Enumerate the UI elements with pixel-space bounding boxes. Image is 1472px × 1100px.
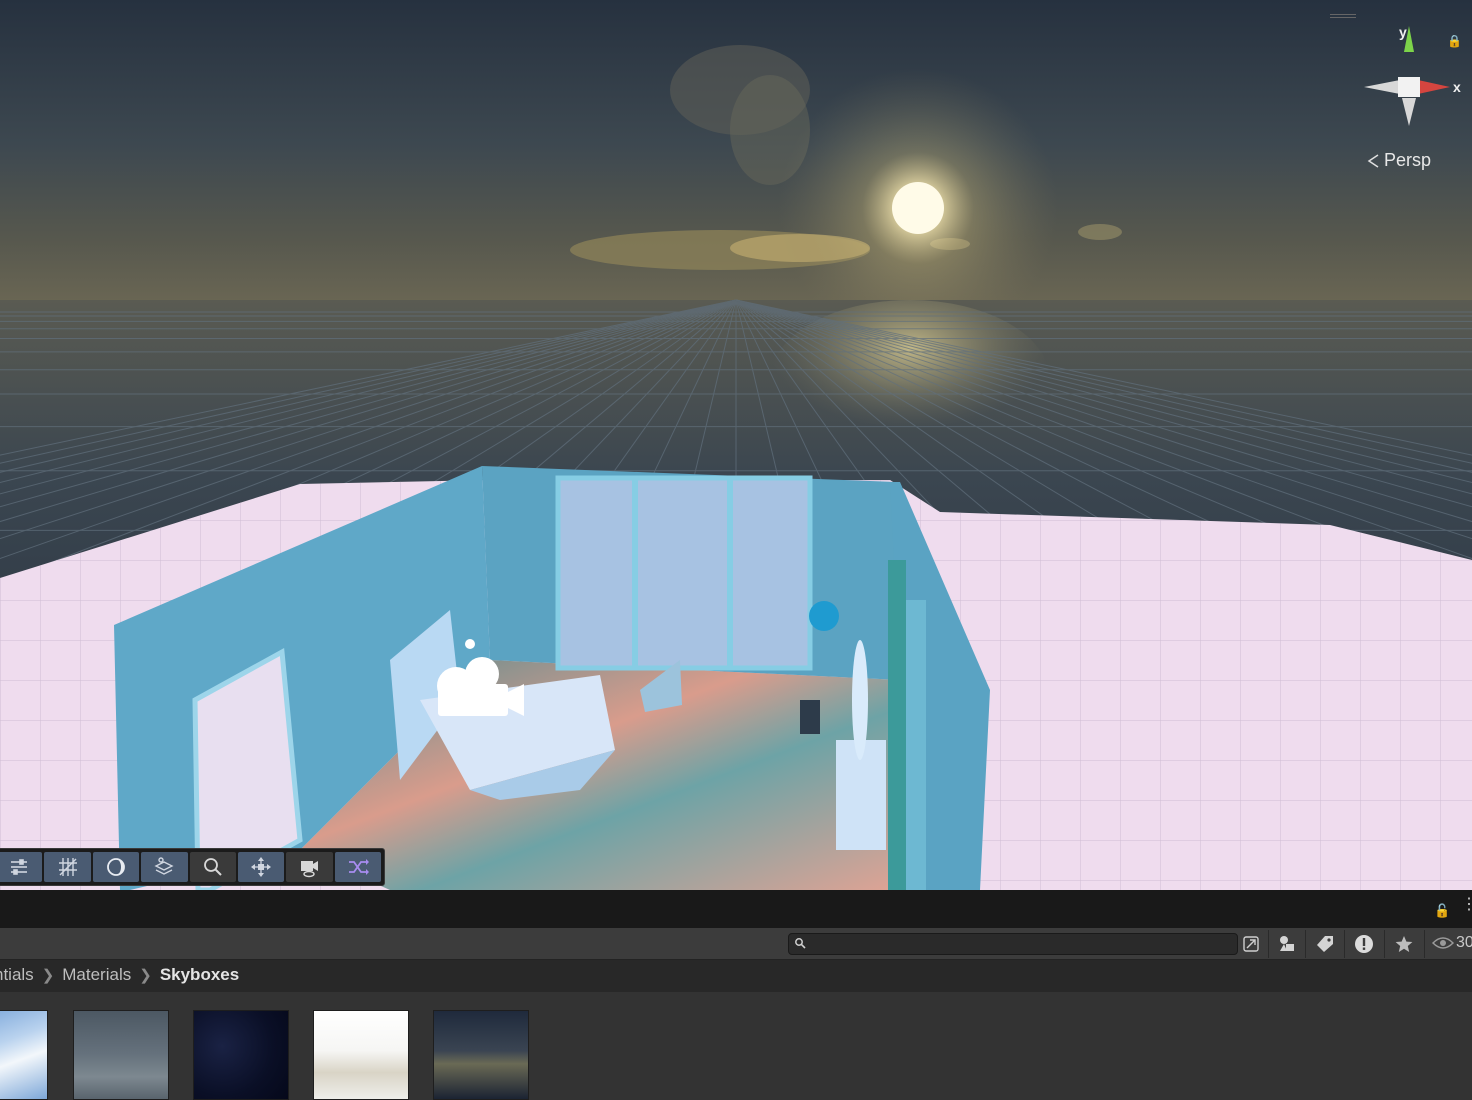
open-in-window-icon: [1243, 936, 1259, 952]
breadcrumb-chevron-icon: ❯: [139, 967, 152, 984]
layers-visibility-button[interactable]: [141, 852, 188, 882]
console-warning-button[interactable]: [1347, 930, 1381, 958]
search-zoom-icon: [203, 858, 222, 876]
scene-view-options-button[interactable]: [0, 852, 43, 882]
shuffle-effects-icon: [348, 859, 369, 875]
projection-label: Persp: [1384, 150, 1432, 170]
sunset-sky-thumbnail[interactable]: [433, 1010, 529, 1100]
lighting-toggle-icon: [107, 858, 125, 876]
project-panel-tab-bar: [0, 890, 1472, 928]
filter-by-label-icon: [1317, 936, 1333, 952]
search-input[interactable]: [810, 935, 1230, 953]
hidden-count-label: 30: [1456, 934, 1472, 951]
scene-viewport[interactable]: [0, 0, 1472, 890]
overcast-sky-thumbnail[interactable]: [73, 1010, 169, 1100]
eye-icon: [1432, 937, 1454, 949]
panel-grip-handle[interactable]: [1330, 14, 1356, 18]
search-zoom-button[interactable]: [189, 852, 236, 882]
night-sky-thumbnail[interactable]: [193, 1010, 289, 1100]
move-pivot-icon: [251, 857, 272, 877]
perspective-chevron-icon: [1367, 153, 1379, 168]
breadcrumb: ntials ❯ Materials ❯ Skyboxes: [0, 965, 239, 985]
x-axis-cone: [1418, 80, 1450, 94]
shuffle-effects-button[interactable]: [334, 852, 381, 882]
projection-toggle[interactable]: Persp: [1366, 150, 1431, 171]
scene-view-options-icon: [11, 859, 28, 875]
favorites-button[interactable]: [1387, 930, 1421, 958]
breadcrumb-chevron-icon: ❯: [41, 967, 55, 984]
camera-visibility-button[interactable]: [286, 852, 333, 882]
neg-y-axis-cone: [1402, 98, 1416, 126]
scene-view[interactable]: y x 🔒 Persp: [0, 0, 1472, 890]
filter-by-type-button[interactable]: [1270, 930, 1304, 958]
console-warning-icon: [1355, 935, 1373, 953]
white-cloud-thumbnail[interactable]: [313, 1010, 409, 1100]
breadcrumb-item-essentials[interactable]: ntials: [0, 965, 34, 985]
hidden-packages-toggle[interactable]: 30: [1432, 934, 1472, 952]
favorites-star-icon: [1395, 936, 1413, 952]
breadcrumb-item-materials[interactable]: Materials: [62, 965, 131, 985]
neg-x-axis-cone: [1364, 80, 1400, 94]
gizmo-x-label[interactable]: x: [1453, 79, 1461, 95]
camera-visibility-icon: [301, 861, 319, 878]
open-in-window-button[interactable]: [1234, 930, 1268, 958]
gizmo-y-label[interactable]: y: [1399, 24, 1407, 40]
scene-overlay-toolbar: [0, 848, 385, 886]
layers-visibility-icon: [154, 857, 174, 875]
panel-lock-icon[interactable]: 🔓: [1434, 903, 1450, 919]
move-pivot-button[interactable]: [237, 852, 285, 882]
search-icon: [795, 938, 806, 949]
scene-lock-icon[interactable]: 🔒: [1447, 34, 1462, 48]
filter-by-label-button[interactable]: [1308, 930, 1342, 958]
panel-more-menu-icon[interactable]: ⋮: [1461, 897, 1472, 913]
filter-by-type-icon: [1280, 936, 1294, 951]
cloudy-sky-thumbnail[interactable]: [0, 1010, 48, 1100]
lighting-toggle-button[interactable]: [92, 852, 140, 882]
grid-toggle-button[interactable]: [44, 852, 91, 882]
gizmo-center-cube: [1398, 77, 1420, 97]
breadcrumb-item-skyboxes[interactable]: Skyboxes: [160, 965, 239, 985]
grid-toggle-icon: [58, 858, 77, 876]
